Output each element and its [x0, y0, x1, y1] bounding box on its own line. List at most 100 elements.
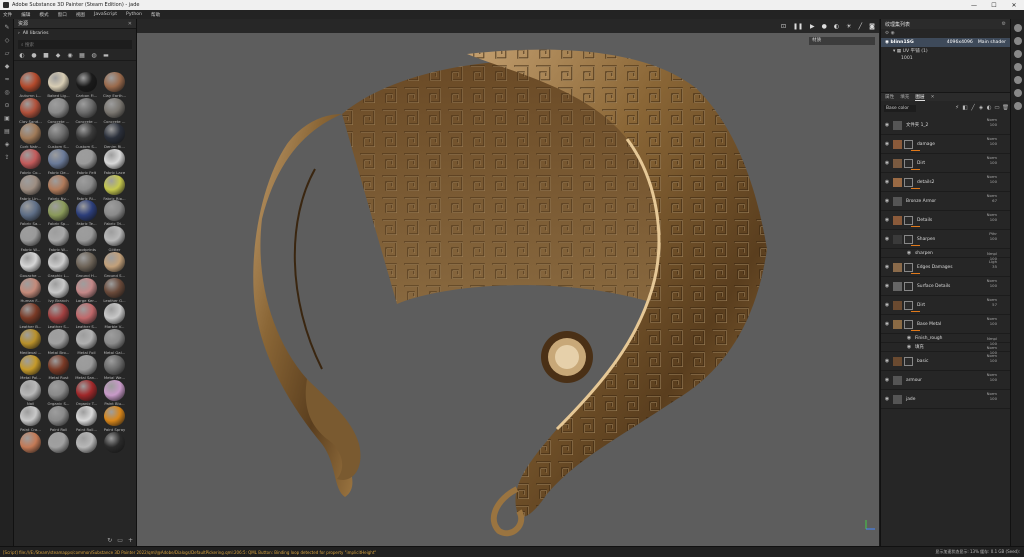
opacity-value[interactable]: 100	[990, 122, 997, 127]
material-thumbnail[interactable]: Organic S...	[45, 380, 72, 406]
layer-blend[interactable]: Norm 67	[987, 193, 997, 203]
material-thumbnail[interactable]: Graphic L...	[45, 251, 72, 278]
layer-row[interactable]: ◉ damage Norm 100	[881, 135, 1011, 154]
export-icon[interactable]: ⇪	[3, 154, 11, 162]
material-thumbnail[interactable]: Custom S...	[45, 123, 72, 149]
brushes-filter-icon[interactable]: ◆	[54, 52, 62, 59]
material-thumbnail[interactable]: Autumn L...	[17, 72, 44, 98]
menu-python[interactable]: Python	[126, 12, 142, 17]
layer-blend[interactable]: Norm 100	[987, 117, 997, 127]
opacity-value[interactable]: 100	[990, 283, 997, 288]
material-thumbnail[interactable]: Fabric Sp...	[45, 200, 72, 226]
clone-icon[interactable]: ◎	[3, 89, 11, 97]
opacity-value[interactable]: 100	[990, 321, 997, 326]
material-thumbnail[interactable]: Ground S...	[101, 251, 128, 278]
material-thumbnail[interactable]: Baked Lig...	[45, 72, 72, 98]
refresh-icon[interactable]: ↻	[107, 537, 112, 544]
opacity-value[interactable]: 67	[992, 198, 997, 203]
material-thumbnail[interactable]: Leather B...	[17, 303, 44, 329]
texture-set-panel-icon[interactable]	[1014, 24, 1022, 32]
close-icon[interactable]: ✕	[931, 95, 935, 100]
layer-blend[interactable]: Norm 100	[987, 353, 997, 363]
layer-row[interactable]: ◉ Dirt Norm 100	[881, 154, 1011, 173]
layer-row[interactable]: ◉ armour Norm 100	[881, 371, 1011, 390]
material-thumbnail[interactable]: Carbon Fi...	[73, 72, 100, 98]
layer-row[interactable]: ◉ details2 Norm 100	[881, 173, 1011, 192]
opacity-value[interactable]: 57	[992, 302, 997, 307]
mask-thumbnail[interactable]	[904, 262, 913, 272]
environment-filter-icon[interactable]: ◍	[90, 52, 98, 59]
brush-icon[interactable]: ✎	[3, 24, 11, 32]
mask-thumbnail[interactable]	[904, 281, 913, 291]
shader-settings-icon[interactable]	[1014, 76, 1022, 84]
opacity-value[interactable]: 100	[990, 236, 997, 241]
shelf-icon[interactable]: ▤	[3, 128, 11, 136]
layer-effect-row[interactable]: ◉ Finish_rough Nmpl 100	[881, 334, 1011, 346]
layer-effect-row[interactable]: ◉ 填充 Norm 100	[881, 343, 1011, 355]
mask-thumbnail[interactable]	[904, 177, 913, 187]
textures-filter-icon[interactable]: ■	[42, 52, 50, 59]
mask-thumbnail[interactable]	[904, 158, 913, 168]
material-thumbnail[interactable]: Fabric Lace	[101, 149, 128, 175]
texture-set-resolution[interactable]: 4096x4096	[947, 40, 973, 45]
layer-blend[interactable]: Norm 100	[987, 391, 997, 401]
eye-icon[interactable]: ◉	[883, 160, 891, 166]
minimize-button[interactable]: —	[964, 2, 984, 9]
settings-icon[interactable]: ⚙	[1002, 21, 1006, 27]
layer-row[interactable]: ◉ Surface Details Norm 100	[881, 277, 1011, 296]
eye-icon[interactable]: ◉	[883, 198, 891, 204]
presets-filter-icon[interactable]: ▬	[102, 52, 110, 59]
menu-file[interactable]: 文件	[3, 12, 12, 18]
eye-icon[interactable]: ◉	[883, 179, 891, 185]
mask-thumbnail[interactable]	[904, 300, 913, 310]
uv-tiles-group[interactable]: ▾ ▦ UV 平铺 (1)	[881, 47, 1010, 55]
add-effect-icon[interactable]: ⚡	[954, 105, 960, 111]
mask-thumbnail[interactable]	[904, 234, 913, 244]
add-paint-layer-icon[interactable]: ╱	[970, 105, 976, 111]
material-thumbnail[interactable]: Fabric Sa...	[17, 200, 44, 226]
material-thumbnail[interactable]: Glitter	[101, 226, 128, 252]
material-thumbnail[interactable]: Concrete ...	[73, 97, 100, 123]
layer-blend[interactable]: Norm 100	[987, 212, 997, 222]
mask-thumbnail[interactable]	[904, 356, 913, 366]
opacity-value[interactable]: 100	[990, 358, 997, 363]
material-thumbnail[interactable]	[17, 431, 44, 458]
3d-viewport[interactable]: ⊡ ❚❚ ▶ ● ◐ ☀ ╱ ◙ 材质	[137, 19, 879, 546]
eye-icon[interactable]: ◉	[883, 122, 891, 128]
material-thumbnail[interactable]: Medieval ...	[17, 328, 44, 355]
layer-blend[interactable]: Norm 100	[987, 372, 997, 382]
layer-row[interactable]: ◉ Details Norm 100	[881, 211, 1011, 230]
material-thumbnail[interactable]: Paint Cra...	[17, 405, 44, 432]
close-icon[interactable]: ✕	[128, 21, 132, 27]
mask-thumbnail[interactable]	[904, 139, 913, 149]
material-thumbnail[interactable]: Metal Bro...	[45, 328, 72, 355]
bake-icon[interactable]: ◈	[3, 141, 11, 149]
material-thumbnail[interactable]: Paint Roll...	[73, 405, 100, 432]
eye-icon[interactable]: ◉	[883, 377, 891, 383]
material-thumbnail[interactable]: Human F...	[17, 277, 44, 303]
layer-blend[interactable]: Ligh 35	[989, 259, 997, 269]
material-thumbnail[interactable]: Concrete ...	[101, 97, 128, 123]
material-thumbnail[interactable]: Fabric Co...	[17, 149, 44, 175]
material-thumbnail[interactable]: Clay Sand...	[17, 97, 44, 123]
opacity-value[interactable]: 100	[990, 160, 997, 165]
add-mask-icon[interactable]: ◧	[962, 105, 968, 111]
material-thumbnail[interactable]: Ground H...	[73, 251, 100, 278]
material-thumbnail[interactable]	[73, 431, 100, 458]
material-thumbnail[interactable]	[101, 431, 128, 458]
add-fill-layer-icon[interactable]: ◈	[978, 105, 984, 111]
material-thumbnail[interactable]: Fabric Lin...	[17, 174, 44, 200]
tab-layers[interactable]: 图层	[915, 94, 925, 101]
eye-icon[interactable]: ◉	[883, 283, 891, 289]
alphas-filter-icon[interactable]: ◉	[66, 52, 74, 59]
eye-icon[interactable]: ◉	[883, 217, 891, 223]
smudge-icon[interactable]: ≈	[3, 76, 11, 84]
delete-layer-icon[interactable]: 🗑	[1002, 105, 1009, 111]
layer-row[interactable]: ◉ basic Norm 100	[881, 352, 1011, 371]
material-thumbnail[interactable]: Leather S...	[45, 303, 72, 329]
material-thumbnail[interactable]: Paint Spray	[101, 405, 128, 432]
layer-blend[interactable]: Norm 100	[987, 316, 997, 326]
texture-set-row[interactable]: ◉ blinn1SG 4096x4096 Main shader	[881, 38, 1010, 47]
material-thumbnail[interactable]: Denim Ri...	[101, 123, 128, 149]
material-thumbnail[interactable]: Nail	[17, 380, 44, 406]
